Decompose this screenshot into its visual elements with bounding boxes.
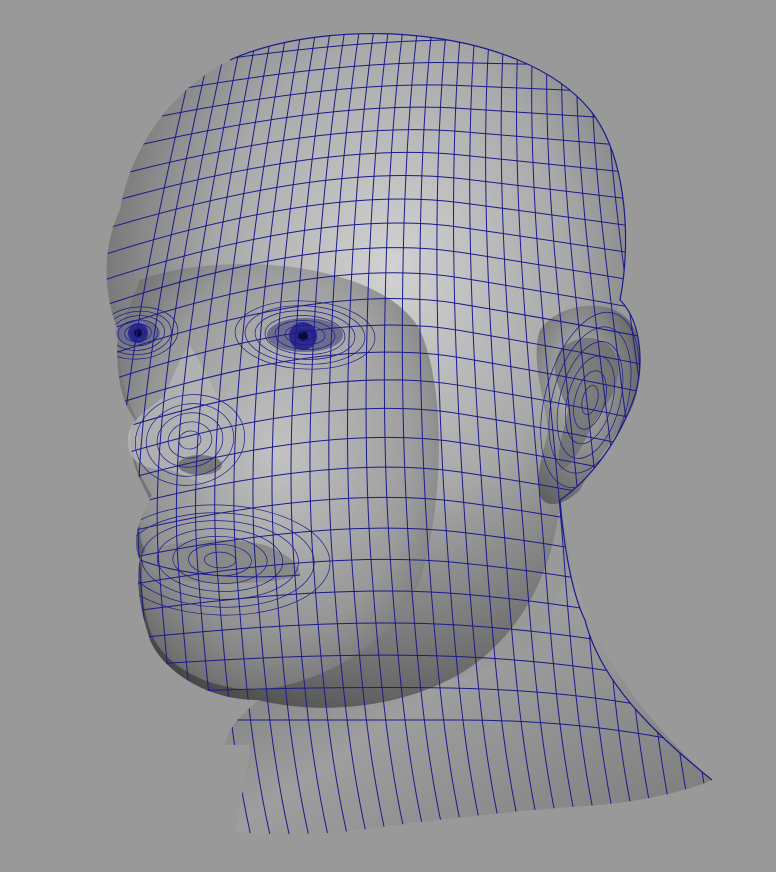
3d-viewport[interactable]	[0, 0, 776, 872]
viewport-canvas	[106, 33, 713, 835]
